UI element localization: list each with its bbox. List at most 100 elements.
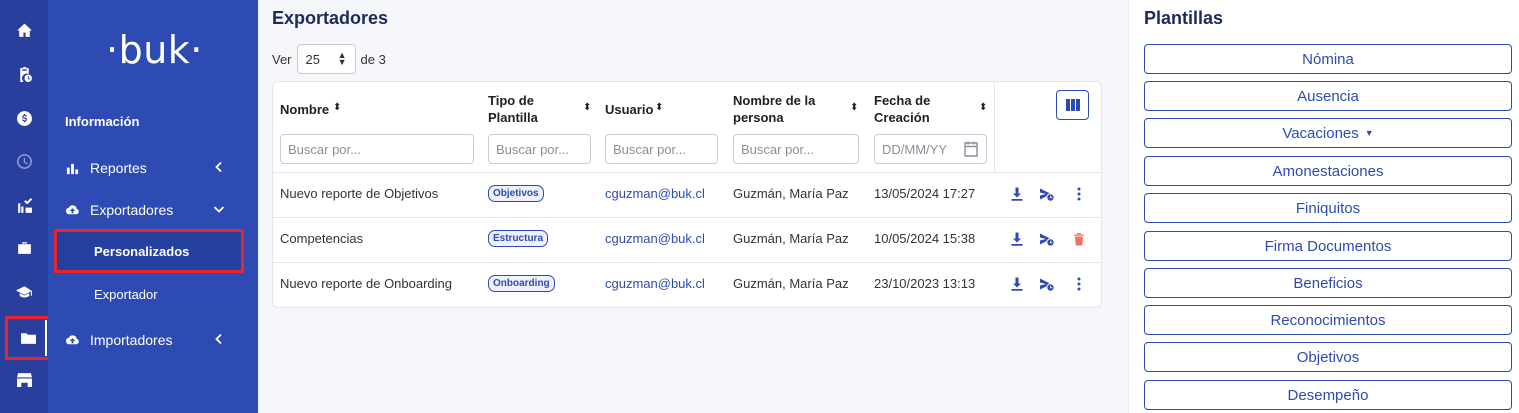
- cell-nombre: Competencias: [280, 231, 364, 246]
- cell-persona: Guzmán, María Paz: [733, 231, 849, 246]
- filter-fecha-placeholder: DD/MM/YY: [882, 141, 947, 157]
- tipo-badge: Estructura: [488, 230, 549, 247]
- more-options-icon[interactable]: [1071, 276, 1087, 292]
- sort-icon[interactable]: ⬍: [655, 102, 663, 113]
- template-button-desempeno[interactable]: Desempeño: [1144, 380, 1512, 410]
- schedule-send-icon[interactable]: [1039, 276, 1055, 292]
- chevron-left-icon: [215, 333, 222, 345]
- template-button-beneficios[interactable]: Beneficios: [1144, 268, 1512, 298]
- calendar-icon[interactable]: [962, 140, 980, 158]
- caret-down-icon: ▼: [1364, 128, 1374, 138]
- schedule-send-icon[interactable]: [1039, 186, 1055, 202]
- column-toggle-button[interactable]: [1056, 90, 1089, 120]
- filter-nombre-input[interactable]: Buscar por...: [280, 134, 474, 164]
- template-button-firma-documentos[interactable]: Firma Documentos: [1144, 231, 1512, 261]
- cell-usuario-link[interactable]: cguzman@buk.cl: [605, 231, 705, 246]
- header-line: Fecha de: [874, 93, 931, 108]
- cell-fecha: 10/05/2024 15:38: [874, 231, 976, 246]
- cell-nombre: Nuevo reporte de Onboarding: [280, 276, 453, 291]
- page-count-label: de 3: [360, 51, 386, 67]
- column-header-tipo[interactable]: Tipo de Plantilla: [488, 92, 538, 126]
- ver-label: Ver: [272, 51, 292, 67]
- header-line: persona: [733, 110, 784, 125]
- cloud-upload-icon: [66, 334, 79, 344]
- sort-icon[interactable]: ⬍: [583, 102, 591, 113]
- column-header-persona[interactable]: Nombre de la persona: [733, 92, 815, 126]
- templates-title: Plantillas: [1144, 8, 1224, 28]
- cell-nombre: Nuevo reporte de Objetivos: [280, 186, 439, 201]
- template-button-reconocimientos[interactable]: Reconocimientos: [1144, 305, 1512, 335]
- buk-logo: ·buk·: [106, 28, 203, 72]
- cell-persona: Guzmán, María Paz: [733, 276, 849, 291]
- template-button-objetivos[interactable]: Objetivos: [1144, 342, 1512, 372]
- column-header-nombre[interactable]: Nombre: [280, 101, 329, 118]
- nav-item-exportadores[interactable]: Exportadores: [65, 198, 235, 222]
- tipo-badge: Onboarding: [488, 275, 555, 292]
- filter-persona-input[interactable]: Buscar por...: [733, 134, 859, 164]
- template-button-finiquitos[interactable]: Finiquitos: [1144, 193, 1512, 223]
- filter-fecha-input[interactable]: DD/MM/YY: [874, 134, 987, 164]
- sort-icon[interactable]: ⬍: [979, 102, 987, 113]
- nav-heading: Información: [65, 114, 140, 129]
- chevron-left-icon: [215, 161, 222, 173]
- tipo-badge: Objetivos: [488, 185, 544, 202]
- template-button-ausencia[interactable]: Ausencia: [1144, 81, 1512, 111]
- home-icon[interactable]: [0, 11, 48, 49]
- table-row: Competencias Estructura cguzman@buk.cl G…: [273, 217, 1101, 262]
- graduation-cap-icon[interactable]: [0, 272, 48, 310]
- download-icon[interactable]: [1009, 231, 1025, 247]
- section-nav: ·buk· Información Reportes Exportadores …: [48, 0, 258, 413]
- download-icon[interactable]: [1009, 276, 1025, 292]
- sort-icon[interactable]: ⬍: [333, 102, 341, 113]
- nav-item-importadores[interactable]: Importadores: [65, 328, 235, 352]
- filter-usuario-input[interactable]: Buscar por...: [605, 134, 718, 164]
- template-button-vacaciones[interactable]: Vacaciones ▼: [1144, 118, 1512, 148]
- cell-usuario-link[interactable]: cguzman@buk.cl: [605, 186, 705, 201]
- icon-rail: [0, 0, 51, 413]
- nav-item-personalizados[interactable]: Personalizados: [54, 229, 244, 273]
- column-header-usuario[interactable]: Usuario: [605, 101, 653, 118]
- cloud-upload-icon: [66, 204, 79, 214]
- nav-item-exportador[interactable]: Exportador: [94, 287, 158, 302]
- store-icon[interactable]: [0, 360, 48, 398]
- cell-persona: Guzmán, María Paz: [733, 186, 849, 201]
- filter-tipo-input[interactable]: Buscar por...: [488, 134, 591, 164]
- page-size-value: 25: [305, 51, 320, 67]
- page-size-select[interactable]: 25 ▲ ▼: [296, 44, 356, 74]
- page-title: Exportadores: [272, 8, 389, 28]
- bar-chart-icon: [66, 163, 79, 174]
- nav-label: Reportes: [90, 160, 147, 176]
- clock-icon[interactable]: [0, 142, 48, 180]
- header-line: Nombre de la: [733, 93, 816, 108]
- header-line: Plantilla: [488, 110, 538, 125]
- templates-panel: Plantillas Nómina Ausencia Vacaciones ▼ …: [1128, 0, 1519, 413]
- nav-label: Exportadores: [90, 202, 174, 218]
- header-divider: [994, 82, 995, 172]
- chevron-down-icon: [213, 206, 225, 213]
- nav-label: Importadores: [90, 332, 173, 348]
- checklist-icon[interactable]: [0, 187, 48, 225]
- header-line: Tipo de: [488, 93, 534, 108]
- cell-usuario-link[interactable]: cguzman@buk.cl: [605, 276, 705, 291]
- template-button-amonestaciones[interactable]: Amonestaciones: [1144, 156, 1512, 186]
- active-indicator: [45, 320, 47, 356]
- page-size-control: Ver 25 ▲ ▼ de 3: [272, 44, 386, 74]
- download-icon[interactable]: [1009, 186, 1025, 202]
- dollar-icon[interactable]: [0, 99, 48, 137]
- template-button-nomina[interactable]: Nómina: [1144, 44, 1512, 74]
- select-arrows-icon: ▲ ▼: [337, 50, 347, 67]
- columns-icon: [1065, 99, 1080, 111]
- table-row: Nuevo reporte de Onboarding Onboarding c…: [273, 262, 1101, 307]
- exporters-table: Nombre ⬍ Tipo de Plantilla ⬍ Usuario ⬍ N…: [272, 81, 1102, 308]
- delete-icon[interactable]: [1071, 231, 1087, 247]
- main-content: Exportadores Ver 25 ▲ ▼ de 3 Nombre ⬍ Tip…: [258, 0, 1128, 413]
- header-line: Creación: [874, 110, 930, 125]
- nav-item-reportes[interactable]: Reportes: [65, 156, 235, 180]
- briefcase-icon[interactable]: [0, 229, 48, 267]
- schedule-send-icon[interactable]: [1039, 231, 1055, 247]
- sort-icon[interactable]: ⬍: [850, 102, 858, 113]
- cell-fecha: 13/05/2024 17:27: [874, 186, 976, 201]
- clipboard-clock-icon[interactable]: [0, 55, 48, 93]
- column-header-fecha[interactable]: Fecha de Creación: [874, 92, 930, 126]
- more-options-icon[interactable]: [1071, 186, 1087, 202]
